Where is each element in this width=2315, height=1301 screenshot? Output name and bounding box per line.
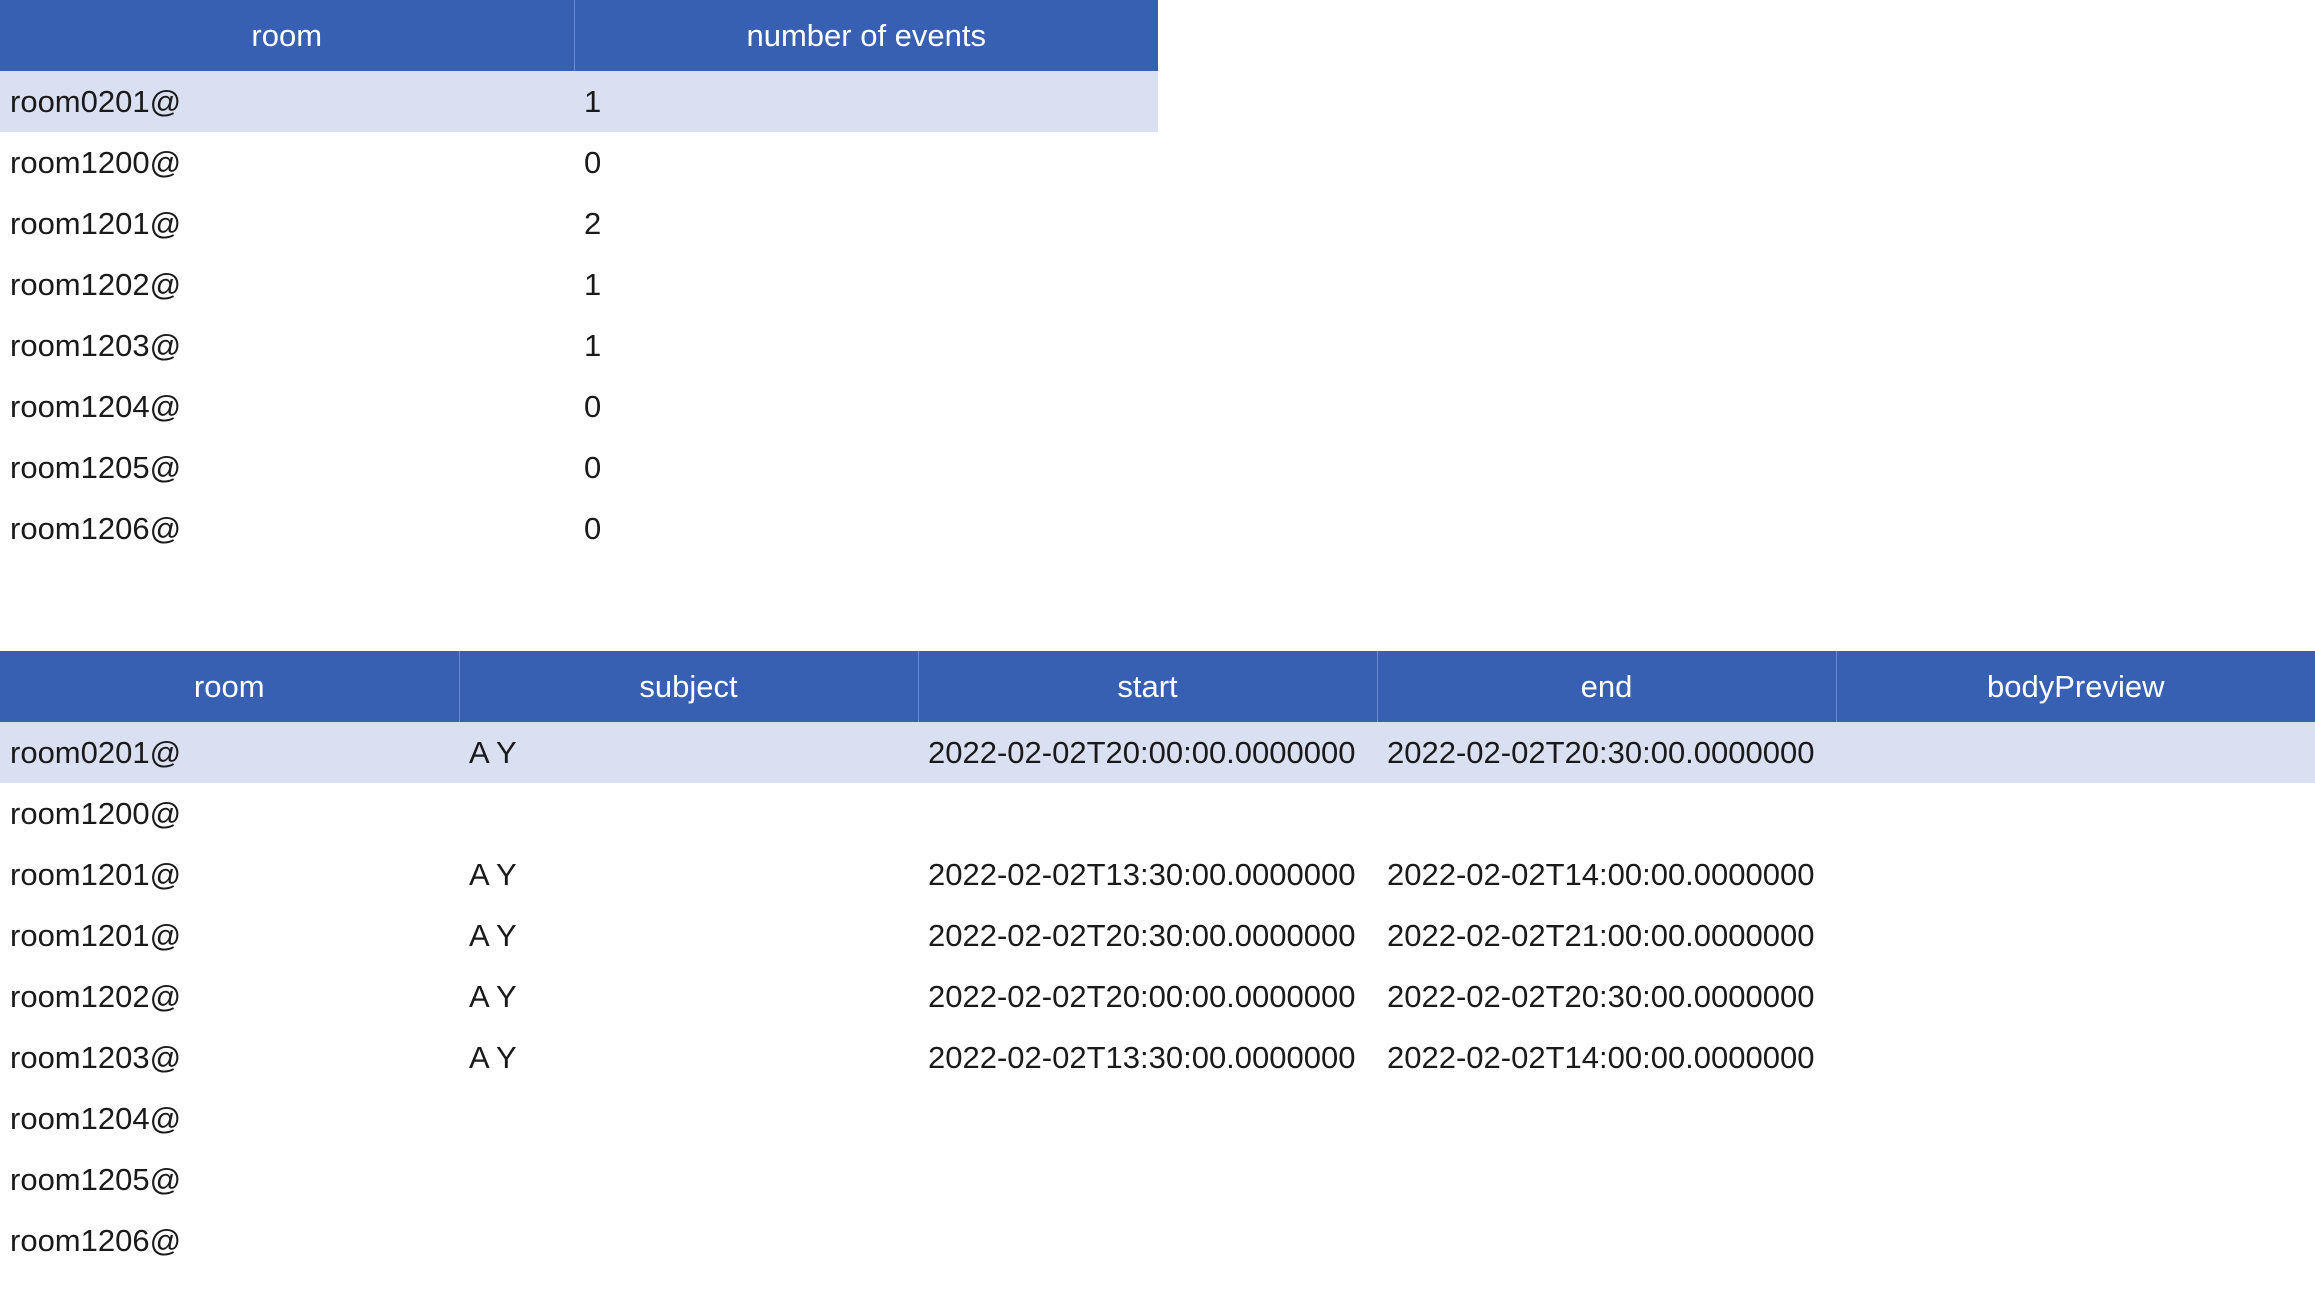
cell-start — [918, 1088, 1377, 1149]
cell-body-preview — [1836, 966, 2315, 1027]
cell-start: 2022-02-02T20:30:00.0000000 — [928, 917, 1356, 953]
table-row[interactable]: room1206@ 0 — [0, 498, 1158, 559]
cell-event-count: 1 — [584, 327, 602, 363]
cell-start — [918, 1149, 1377, 1210]
cell-end — [1377, 1210, 1836, 1271]
cell-event-count: 1 — [584, 266, 602, 302]
cell-room: room1203@ — [10, 1039, 182, 1075]
table-row[interactable]: room0201@ A Y 2022-02-02T20:00:00.000000… — [0, 722, 2315, 783]
cell-end: 2022-02-02T20:30:00.0000000 — [1387, 978, 1815, 1014]
cell-start — [918, 783, 1377, 844]
cell-room: room1200@ — [10, 144, 182, 180]
table-row[interactable]: room1204@ — [0, 1088, 2315, 1149]
table-row[interactable]: room1205@ 0 — [0, 437, 1158, 498]
cell-start — [918, 1210, 1377, 1271]
column-header-body-preview[interactable]: bodyPreview — [1836, 651, 2315, 722]
room-events-table: room subject start end bodyPreview room0… — [0, 651, 2315, 1271]
cell-room: room1201@ — [10, 856, 182, 892]
cell-room: room1206@ — [10, 510, 182, 546]
cell-event-count: 0 — [584, 449, 602, 485]
table-row[interactable]: room1201@ A Y 2022-02-02T20:30:00.000000… — [0, 905, 2315, 966]
table-row[interactable]: room1201@ 2 — [0, 193, 1158, 254]
cell-event-count: 1 — [574, 71, 1158, 132]
cell-end — [1377, 1088, 1836, 1149]
table-row[interactable]: room1202@ 1 — [0, 254, 1158, 315]
table-row[interactable]: room1205@ — [0, 1149, 2315, 1210]
cell-room: room1204@ — [10, 388, 182, 424]
cell-room: room1206@ — [10, 1222, 182, 1258]
cell-start: 2022-02-02T20:00:00.0000000 — [918, 722, 1377, 783]
table-row[interactable]: room1202@ A Y 2022-02-02T20:00:00.000000… — [0, 966, 2315, 1027]
cell-room: room1202@ — [10, 266, 182, 302]
cell-start: 2022-02-02T13:30:00.0000000 — [928, 856, 1356, 892]
column-header-start[interactable]: start — [918, 651, 1378, 722]
cell-room: room1201@ — [10, 205, 182, 241]
cell-room: room1203@ — [10, 327, 182, 363]
cell-body-preview — [1836, 1088, 2315, 1149]
cell-body-preview — [1836, 1149, 2315, 1210]
cell-body-preview — [1836, 1027, 2315, 1088]
cell-subject: A Y — [469, 856, 517, 892]
cell-room: room1205@ — [10, 1161, 182, 1197]
cell-event-count: 0 — [584, 510, 602, 546]
table-row[interactable]: room1200@ — [0, 783, 2315, 844]
table-row[interactable]: room0201@ 1 — [0, 71, 1158, 132]
table-header-row: room number of events — [0, 0, 1158, 71]
column-header-room[interactable]: room — [0, 651, 460, 722]
column-header-end[interactable]: end — [1377, 651, 1837, 722]
table-row[interactable]: room1203@ 1 — [0, 315, 1158, 376]
table-row[interactable]: room1203@ A Y 2022-02-02T13:30:00.000000… — [0, 1027, 2315, 1088]
cell-event-count: 0 — [584, 144, 602, 180]
table-row[interactable]: room1201@ A Y 2022-02-02T13:30:00.000000… — [0, 844, 2315, 905]
cell-subject — [459, 1210, 918, 1271]
cell-body-preview — [1836, 844, 2315, 905]
cell-room: room1201@ — [10, 917, 182, 953]
cell-subject — [459, 1149, 918, 1210]
column-header-subject[interactable]: subject — [459, 651, 919, 722]
table-row[interactable]: room1200@ 0 — [0, 132, 1158, 193]
cell-body-preview — [1836, 783, 2315, 844]
cell-start: 2022-02-02T20:00:00.0000000 — [928, 978, 1356, 1014]
room-event-count-table: room number of events room0201@ 1 room12… — [0, 0, 1158, 559]
cell-subject — [459, 783, 918, 844]
cell-end: 2022-02-02T21:00:00.0000000 — [1387, 917, 1815, 953]
cell-body-preview — [1836, 722, 2315, 783]
cell-subject: A Y — [459, 722, 918, 783]
cell-room: room0201@ — [0, 722, 459, 783]
table-header-row: room subject start end bodyPreview — [0, 651, 2315, 722]
cell-start: 2022-02-02T13:30:00.0000000 — [928, 1039, 1356, 1075]
cell-room: room0201@ — [0, 71, 574, 132]
cell-event-count: 0 — [584, 388, 602, 424]
cell-room: room1200@ — [10, 795, 182, 831]
column-header-room[interactable]: room — [0, 0, 575, 71]
cell-room: room1204@ — [10, 1100, 182, 1136]
cell-room: room1202@ — [10, 978, 182, 1014]
table-row[interactable]: room1206@ — [0, 1210, 2315, 1271]
cell-body-preview — [1836, 905, 2315, 966]
cell-body-preview — [1836, 1210, 2315, 1271]
cell-subject: A Y — [469, 917, 517, 953]
cell-event-count: 2 — [584, 205, 602, 241]
cell-end: 2022-02-02T20:30:00.0000000 — [1377, 722, 1836, 783]
cell-subject: A Y — [469, 1039, 517, 1075]
cell-room: room1205@ — [10, 449, 182, 485]
column-header-number-of-events[interactable]: number of events — [574, 0, 1158, 71]
table-row[interactable]: room1204@ 0 — [0, 376, 1158, 437]
cell-end: 2022-02-02T14:00:00.0000000 — [1387, 1039, 1815, 1075]
cell-end — [1377, 1149, 1836, 1210]
cell-end — [1377, 783, 1836, 844]
cell-subject: A Y — [469, 978, 517, 1014]
cell-end: 2022-02-02T14:00:00.0000000 — [1387, 856, 1815, 892]
cell-subject — [459, 1088, 918, 1149]
